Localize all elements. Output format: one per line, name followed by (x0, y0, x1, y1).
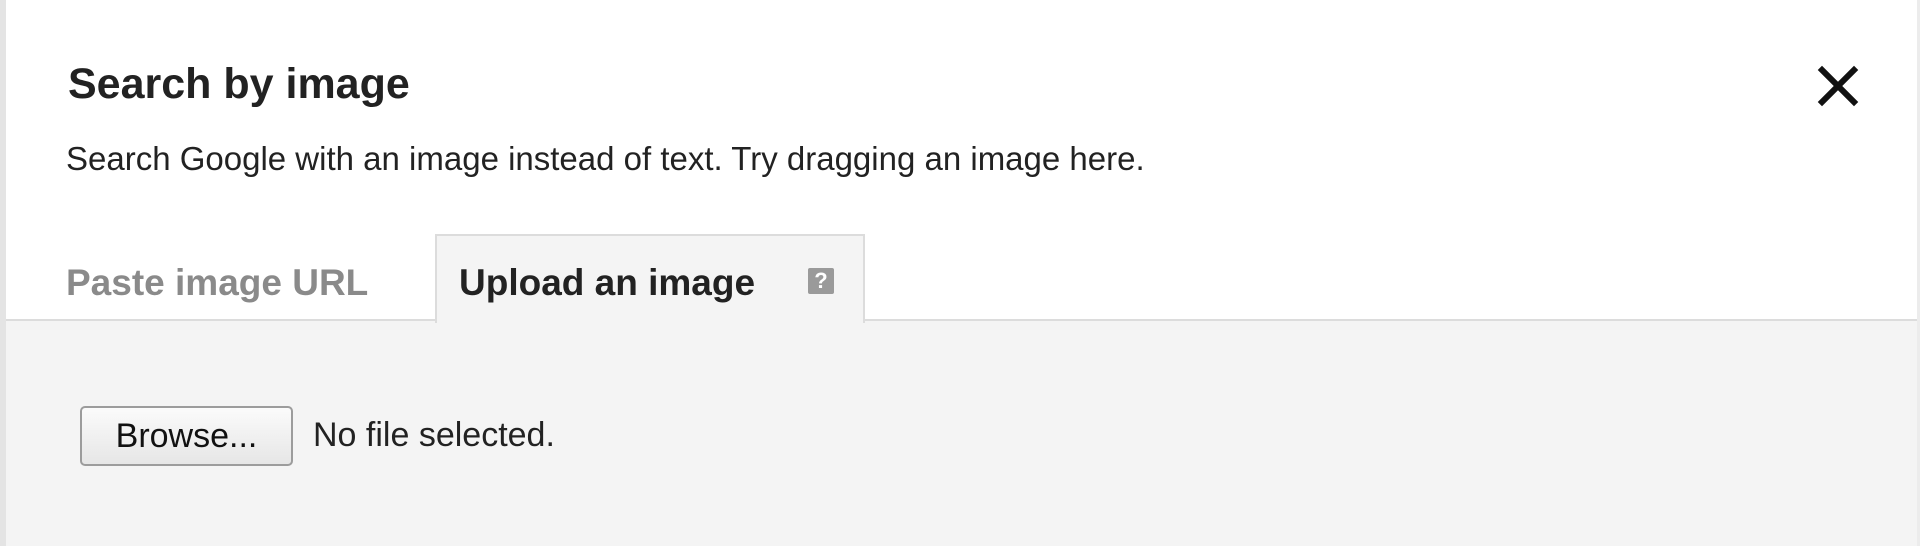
tab-upload-an-image[interactable]: Upload an image ? (435, 234, 865, 323)
file-status-text: No file selected. (313, 416, 555, 454)
tab-label: Upload an image (459, 262, 756, 303)
dialog-subtitle: Search Google with an image instead of t… (66, 140, 1145, 177)
tab-label: Paste image URL (66, 262, 369, 303)
browse-button[interactable]: Browse... (80, 406, 293, 466)
search-by-image-dialog: Search by image Search Google with an im… (0, 0, 1920, 546)
close-icon[interactable] (1814, 62, 1862, 110)
tab-paste-image-url[interactable]: Paste image URL (66, 234, 406, 320)
help-icon[interactable]: ? (808, 268, 834, 294)
dialog-title: Search by image (68, 60, 410, 108)
